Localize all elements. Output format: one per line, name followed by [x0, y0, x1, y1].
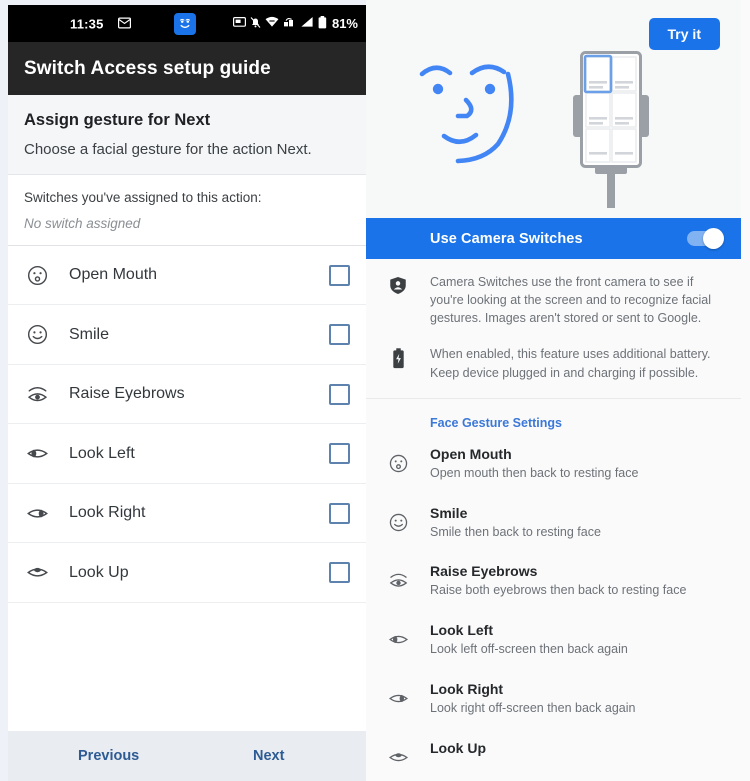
- settings-row-body: Look Up: [430, 740, 721, 759]
- signal-icon: [300, 16, 314, 31]
- gesture-label: Look Right: [69, 504, 146, 521]
- camera-switches-face-icon: [174, 12, 196, 35]
- settings-row-body: Look Left Look left off-screen then back…: [430, 622, 721, 658]
- gesture-checkbox[interactable]: [329, 324, 350, 345]
- status-bar-time: 11:35: [70, 16, 104, 31]
- gesture-checkbox[interactable]: [329, 502, 350, 524]
- gesture-label: Look Up: [69, 563, 129, 581]
- notifications-off-icon: [250, 16, 261, 32]
- settings-row-title: Raise Eyebrows: [430, 563, 538, 580]
- eye-up-icon: [366, 740, 430, 768]
- settings-row-desc: Raise both eyebrows then back to resting…: [430, 583, 687, 598]
- gesture-row-look-up[interactable]: Look Up: [8, 543, 366, 603]
- use-camera-switches-label: Use Camera Switches: [430, 230, 583, 247]
- try-it-button[interactable]: Try it: [648, 18, 720, 50]
- settings-row-title: Look Up: [430, 740, 486, 756]
- eye-right-icon: [366, 681, 430, 709]
- face-smile-icon: [366, 505, 430, 533]
- screenshot-icon: [232, 16, 246, 31]
- gesture-label: Smile: [69, 325, 110, 343]
- settings-row-desc: Look left off-screen then back again: [430, 642, 628, 657]
- eye-eyebrow-icon: [26, 383, 60, 406]
- hero-illustration-area: Try it: [366, 0, 741, 218]
- assigned-switches-label: Switches you've assigned to this action:: [24, 189, 262, 205]
- status-bar-icons: 81%: [232, 15, 358, 32]
- settings-row-body: Smile Smile then back to resting face: [430, 505, 721, 541]
- list-empty-space: [8, 602, 366, 689]
- gesture-label: Open Mouth: [69, 266, 158, 283]
- left-phone-panel: 11:35 81% Switch Access setup guide Assi…: [0, 0, 366, 781]
- line-art-face-illustration: [414, 48, 532, 175]
- app-screenshot: 11:35 81% Switch Access setup guide Assi…: [0, 0, 750, 781]
- gesture-row-look-left[interactable]: Look Left: [8, 424, 366, 484]
- gesture-row-raise-eyebrows[interactable]: Raise Eyebrows: [8, 364, 366, 425]
- settings-row-title: Look Right: [430, 681, 504, 698]
- gesture-label: Raise Eyebrows: [69, 385, 185, 402]
- settings-row-look-left[interactable]: Look Left Look left off-screen then back…: [366, 610, 741, 669]
- status-bar: 11:35 81%: [8, 5, 366, 42]
- face-gesture-settings-heading: Face Gesture Settings: [366, 398, 741, 434]
- phone-on-stand-illustration: [559, 48, 663, 213]
- vpn-icon: [283, 16, 296, 31]
- assigned-switches-value: No switch assigned: [24, 215, 141, 231]
- mail-icon: [118, 16, 132, 31]
- settings-row-title: Open Mouth: [430, 445, 512, 462]
- settings-row-body: Look Right Look right off-screen then ba…: [430, 681, 721, 717]
- settings-row-desc: Look right off-screen then back again: [430, 701, 636, 716]
- settings-row-raise-eyebrows[interactable]: Raise Eyebrows Raise both eyebrows then …: [366, 551, 741, 610]
- eye-up-icon: [26, 561, 60, 584]
- page-title: Switch Access setup guide: [24, 57, 271, 79]
- gesture-row-smile[interactable]: Smile: [8, 305, 366, 365]
- info-row-battery: When enabled, this feature uses addition…: [366, 333, 741, 387]
- gesture-row-look-right[interactable]: Look Right: [8, 483, 366, 544]
- app-title-bar: Switch Access setup guide: [8, 42, 366, 95]
- info-text-privacy: Camera Switches use the front camera to …: [430, 275, 712, 326]
- gesture-row-open-mouth[interactable]: Open Mouth: [8, 245, 366, 306]
- right-phone-panel: Try it Use Camera Switches Camera Switch…: [366, 0, 750, 781]
- next-button[interactable]: Next: [253, 748, 284, 764]
- info-notes-block: Camera Switches use the front camera to …: [366, 259, 741, 399]
- battery-percent-label: 81%: [331, 16, 358, 31]
- assigned-switches-box: Switches you've assigned to this action:…: [8, 174, 366, 246]
- settings-row-body: Raise Eyebrows Raise both eyebrows then …: [430, 563, 721, 599]
- assign-gesture-header: Assign gesture for Next Choose a facial …: [8, 95, 366, 175]
- face-open-mouth-icon: [366, 446, 430, 474]
- gesture-label: Look Left: [69, 444, 135, 462]
- settings-row-smile[interactable]: Smile Smile then back to resting face: [366, 493, 741, 552]
- settings-row-look-right[interactable]: Look Right Look right off-screen then ba…: [366, 669, 741, 728]
- gesture-checkbox[interactable]: [329, 383, 350, 405]
- toggle-knob: [703, 227, 724, 249]
- settings-row-desc: Smile then back to resting face: [430, 524, 601, 539]
- info-text-battery: When enabled, this feature uses addition…: [430, 347, 711, 380]
- gesture-checkbox[interactable]: [329, 264, 350, 286]
- gesture-options-list: Open Mouth Smile Raise Eyebrows Look Lef…: [8, 245, 366, 689]
- eye-left-icon: [366, 622, 430, 650]
- face-open-mouth-icon: [26, 264, 60, 287]
- settings-row-look-up[interactable]: Look Up: [366, 728, 741, 779]
- privacy-shield-icon: [366, 273, 430, 327]
- wifi-icon: [265, 16, 279, 31]
- settings-row-body: Open Mouth Open mouth then back to resti…: [430, 446, 721, 482]
- battery-icon: [318, 15, 327, 32]
- settings-row-title: Smile: [430, 504, 468, 521]
- gesture-checkbox[interactable]: [329, 562, 350, 583]
- eye-left-icon: [26, 442, 60, 465]
- eye-eyebrow-icon: [366, 563, 430, 591]
- assign-gesture-subtitle: Choose a facial gesture for the action N…: [24, 141, 312, 158]
- settings-row-title: Look Left: [430, 622, 493, 639]
- face-smile-icon: [26, 323, 60, 346]
- battery-charging-icon: [366, 345, 430, 381]
- assign-gesture-title: Assign gesture for Next: [24, 111, 211, 129]
- left-phone-screen: 11:35 81% Switch Access setup guide Assi…: [8, 5, 366, 781]
- settings-row-open-mouth[interactable]: Open Mouth Open mouth then back to resti…: [366, 434, 741, 493]
- gesture-checkbox[interactable]: [329, 443, 350, 464]
- use-camera-switches-toggle[interactable]: [687, 227, 724, 249]
- settings-row-desc: Open mouth then back to resting face: [430, 465, 639, 480]
- previous-button[interactable]: Previous: [78, 748, 139, 764]
- use-camera-switches-row[interactable]: Use Camera Switches: [366, 218, 741, 259]
- bottom-navigation-bar: Previous Next: [8, 731, 366, 781]
- face-gesture-settings-list: Open Mouth Open mouth then back to resti…: [366, 433, 741, 779]
- eye-right-icon: [26, 502, 60, 525]
- info-row-privacy: Camera Switches use the front camera to …: [366, 261, 741, 333]
